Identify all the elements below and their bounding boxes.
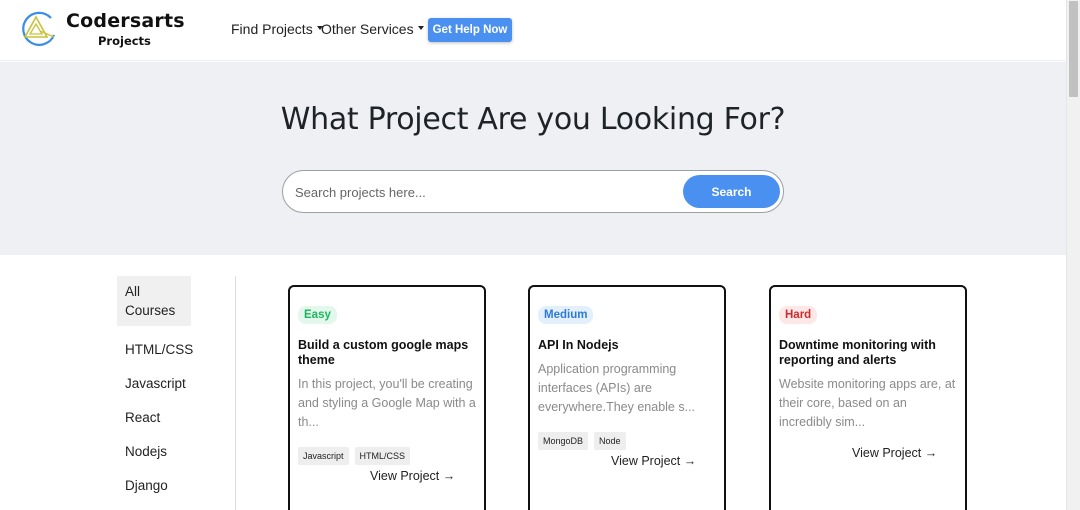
- nav-other-services[interactable]: Other Services: [321, 21, 424, 37]
- project-description: Website monitoring apps are, at their co…: [779, 377, 956, 429]
- tag: Node: [594, 432, 626, 450]
- filter-nodejs[interactable]: Nodejs: [117, 444, 227, 459]
- filter-html-css[interactable]: HTML/CSS: [117, 342, 227, 357]
- tag: MongoDB: [538, 432, 589, 450]
- project-description: In this project, you'll be creating and …: [298, 377, 476, 429]
- difficulty-badge: Medium: [538, 306, 594, 324]
- project-card[interactable]: Hard Downtime monitoring with reporting …: [769, 285, 967, 510]
- difficulty-badge: Hard: [779, 306, 818, 324]
- nav-find-projects[interactable]: Find Projects: [231, 21, 323, 37]
- tag: HTML/CSS: [354, 447, 411, 465]
- hero-title: What Project Are you Looking For?: [280, 102, 786, 137]
- difficulty-badge: Easy: [298, 306, 337, 324]
- project-description: Application programming interfaces (APIs…: [538, 362, 696, 414]
- brand-subtitle: Projects: [98, 34, 151, 48]
- filter-react[interactable]: React: [117, 410, 227, 425]
- view-project-link[interactable]: View Project →: [852, 446, 937, 460]
- project-title: Downtime monitoring with reporting and a…: [779, 338, 936, 367]
- search-button[interactable]: Search: [683, 175, 780, 208]
- brand-logo[interactable]: Codersarts Projects: [18, 8, 198, 54]
- hero-section: What Project Are you Looking For? Search: [0, 62, 1066, 255]
- search-input[interactable]: [295, 177, 675, 207]
- search-bar: Search: [282, 170, 784, 213]
- nav-find-projects-label: Find Projects: [231, 21, 313, 37]
- tag-list: MongoDB Node: [538, 432, 626, 450]
- page-scrollbar[interactable]: [1066, 0, 1080, 510]
- filter-django[interactable]: Django: [117, 478, 227, 493]
- sidebar-divider: [235, 276, 236, 510]
- caret-down-icon: [417, 26, 424, 31]
- nav-other-services-label: Other Services: [321, 21, 414, 37]
- view-project-link[interactable]: View Project →: [370, 469, 455, 483]
- top-navbar: Codersarts Projects Find Projects Other …: [0, 0, 1066, 61]
- tag: Javascript: [298, 447, 349, 465]
- scrollbar-thumb[interactable]: [1069, 1, 1078, 97]
- course-filter-sidebar: All Courses HTML/CSS Javascript React No…: [117, 276, 227, 493]
- project-card[interactable]: Medium API In Nodejs Application program…: [528, 285, 726, 510]
- project-title: API In Nodejs: [538, 338, 619, 352]
- project-title: Build a custom google maps theme: [298, 338, 469, 367]
- triangle-logo-icon: [22, 11, 56, 46]
- filter-javascript[interactable]: Javascript: [117, 376, 227, 391]
- filter-all-courses[interactable]: All Courses: [117, 276, 191, 326]
- view-project-link[interactable]: View Project →: [611, 454, 696, 468]
- brand-name: Codersarts: [66, 10, 185, 32]
- project-card[interactable]: Easy Build a custom google maps theme In…: [288, 285, 486, 510]
- get-help-now-button[interactable]: Get Help Now: [428, 18, 512, 42]
- tag-list: Javascript HTML/CSS: [298, 447, 411, 465]
